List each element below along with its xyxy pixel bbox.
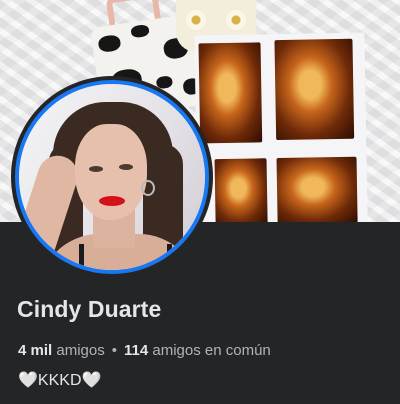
friends-count[interactable]: 4 mil	[18, 342, 52, 359]
earring	[141, 180, 155, 196]
profile-picture[interactable]	[15, 80, 209, 274]
stats-separator: •	[111, 342, 117, 359]
ultrasound-photos	[194, 32, 368, 222]
lips	[99, 196, 125, 206]
friends-label[interactable]: amigos	[56, 342, 104, 359]
mutual-friends-label[interactable]: amigos en común	[152, 342, 270, 359]
profile-name: Cindy Duarte	[17, 296, 162, 322]
mutual-friends-count[interactable]: 114	[124, 342, 148, 359]
friend-stats: 4 mil amigos • 114 amigos en común	[18, 342, 271, 359]
profile-bio: 🤍KKKD🤍	[18, 372, 102, 389]
